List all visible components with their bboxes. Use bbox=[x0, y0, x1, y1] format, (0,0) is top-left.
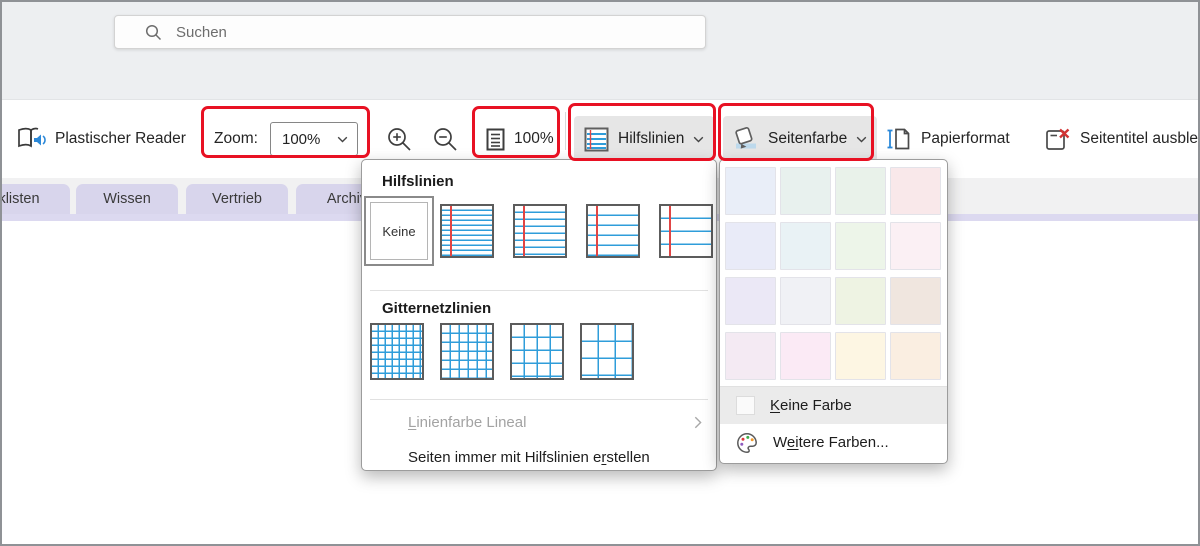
paper-format-label: Papierformat bbox=[921, 130, 1010, 147]
page-color-swatch-6[interactable] bbox=[835, 222, 886, 270]
guides-option-ruled-narrow[interactable] bbox=[440, 204, 494, 258]
menu-separator bbox=[370, 399, 708, 400]
page-color-swatch-12[interactable] bbox=[725, 332, 776, 380]
guides-option-grid-xlarge[interactable] bbox=[580, 323, 634, 380]
chevron-down-icon bbox=[693, 136, 704, 143]
zoom-to-100-label: 100% bbox=[514, 130, 554, 147]
menu-separator bbox=[370, 290, 708, 291]
menu-item-no-color[interactable]: Keine Farbe bbox=[720, 387, 947, 424]
guides-label: Hilfslinien bbox=[618, 130, 685, 147]
ribbon-divider bbox=[565, 112, 566, 150]
document-lines-icon bbox=[486, 128, 505, 151]
menu-item-line-color[interactable]: Linienfarbe Lineal bbox=[362, 406, 716, 438]
page-color-swatch-7[interactable] bbox=[890, 222, 941, 270]
page-color-swatch-11[interactable] bbox=[890, 277, 941, 325]
section-tab-wissen[interactable]: Wissen bbox=[76, 184, 178, 214]
page-color-icon bbox=[733, 126, 759, 152]
zoom-level-combobox[interactable]: 100% bbox=[270, 100, 358, 178]
page-color-dropdown-menu: Keine Farbe Weitere Farben... bbox=[719, 159, 948, 464]
guides-option-grid-small[interactable] bbox=[370, 323, 424, 380]
color-swatch-grid bbox=[725, 167, 943, 380]
chevron-down-icon bbox=[856, 136, 867, 143]
guides-option-ruled-standard[interactable] bbox=[586, 204, 640, 258]
zoom-level-label: Zoom: bbox=[214, 130, 258, 147]
chevron-down-icon bbox=[337, 136, 348, 143]
immersive-reader-button[interactable]: Plastischer Reader bbox=[16, 100, 186, 178]
zoom-in-icon bbox=[386, 126, 413, 153]
page-color-swatch-4[interactable] bbox=[725, 222, 776, 270]
page-color-swatch-3[interactable] bbox=[890, 167, 941, 215]
ruled-lines-icon bbox=[584, 127, 609, 152]
zoom-level-value: 100% bbox=[282, 130, 321, 148]
guides-none-label: Keine bbox=[370, 202, 428, 260]
page-color-swatch-10[interactable] bbox=[835, 277, 886, 325]
guides-section-title: Hilfslinien bbox=[382, 173, 454, 190]
gridlines-section-title: Gitternetzlinien bbox=[382, 300, 492, 317]
paper-format-icon bbox=[886, 126, 912, 152]
page-color-swatch-15[interactable] bbox=[890, 332, 941, 380]
chevron-right-icon bbox=[694, 416, 702, 429]
section-tab-klisten[interactable]: klisten bbox=[2, 184, 70, 214]
hide-page-title-label: Seitentitel ausblen bbox=[1080, 130, 1200, 147]
top-search-bar: Suchen bbox=[2, 2, 1198, 100]
hide-page-title-button[interactable]: Seitentitel ausblen bbox=[1044, 100, 1200, 178]
page-color-swatch-1[interactable] bbox=[780, 167, 831, 215]
guides-option-ruled-wide[interactable] bbox=[659, 204, 713, 258]
page-color-swatch-2[interactable] bbox=[835, 167, 886, 215]
guides-option-none[interactable]: Keine bbox=[364, 196, 434, 266]
page-color-swatch-8[interactable] bbox=[725, 277, 776, 325]
page-color-swatch-13[interactable] bbox=[780, 332, 831, 380]
page-color-swatch-5[interactable] bbox=[780, 222, 831, 270]
menu-item-more-colors[interactable]: Weitere Farben... bbox=[720, 424, 947, 461]
zoom-out-icon bbox=[432, 126, 459, 153]
immersive-reader-label: Plastischer Reader bbox=[55, 130, 186, 147]
search-icon bbox=[145, 24, 162, 41]
page-title-x-icon bbox=[1044, 126, 1071, 153]
guides-option-ruled-college[interactable] bbox=[513, 204, 567, 258]
guides-option-grid-large[interactable] bbox=[510, 323, 564, 380]
guides-option-grid-medium[interactable] bbox=[440, 323, 494, 380]
palette-icon bbox=[736, 432, 758, 454]
section-tab-vertrieb[interactable]: Vertrieb bbox=[186, 184, 288, 214]
page-color-label: Seitenfarbe bbox=[768, 130, 848, 147]
guides-dropdown-menu: Hilfslinien Keine Gitternetzlinien Linie… bbox=[361, 159, 717, 471]
menu-item-always-create-guides[interactable]: Seiten immer mit Hilfslinien erstellen bbox=[362, 441, 716, 473]
immersive-reader-icon bbox=[16, 126, 46, 152]
page-color-swatch-9[interactable] bbox=[780, 277, 831, 325]
search-input[interactable]: Suchen bbox=[114, 15, 706, 49]
search-placeholder: Suchen bbox=[176, 23, 227, 41]
app-window: Suchen Plastischer Reader Zoom: 100% 100… bbox=[0, 0, 1200, 546]
page-color-swatch-0[interactable] bbox=[725, 167, 776, 215]
no-color-swatch-icon bbox=[736, 396, 755, 415]
page-color-swatch-14[interactable] bbox=[835, 332, 886, 380]
